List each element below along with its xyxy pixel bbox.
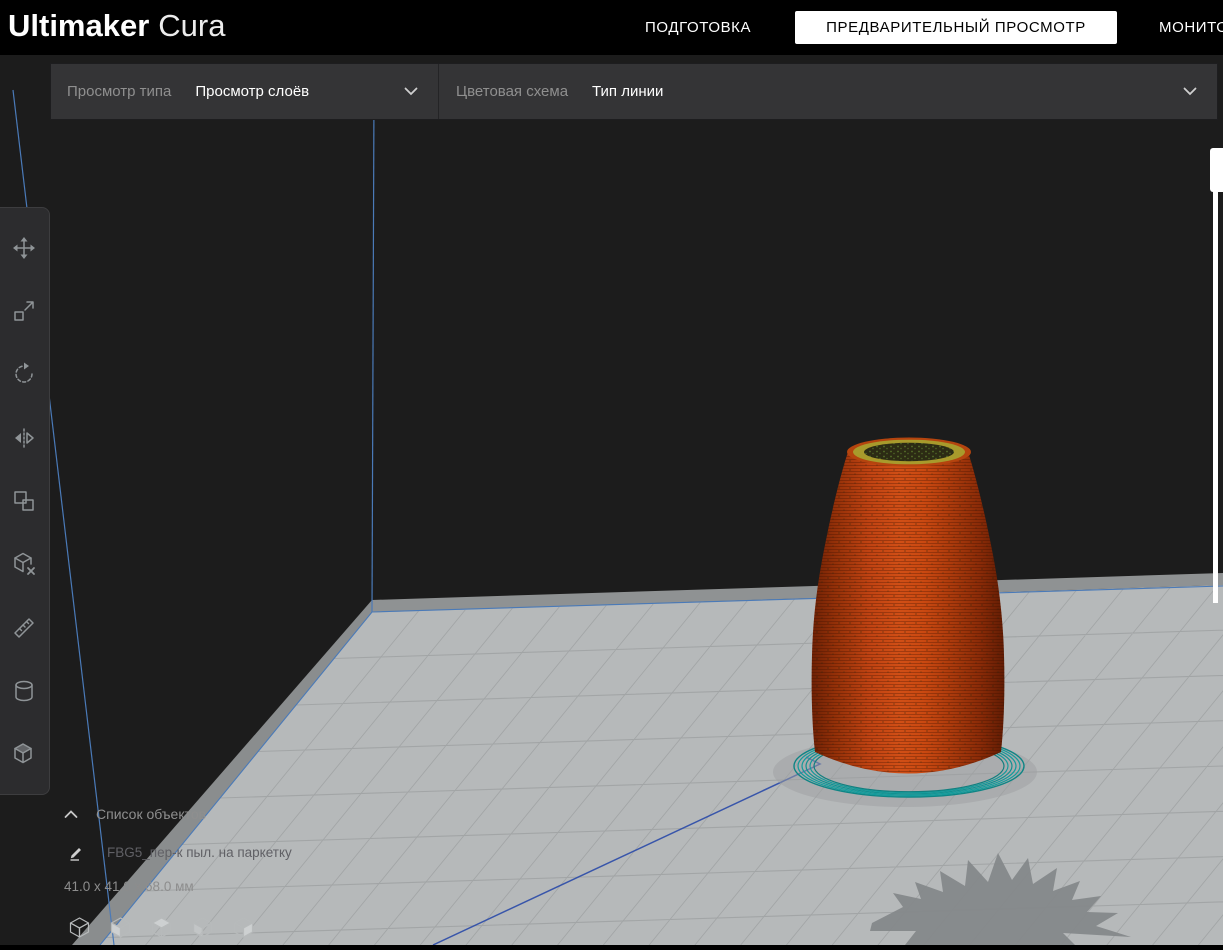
- view-type-dropdown[interactable]: Просмотр типа Просмотр слоёв: [51, 64, 439, 119]
- measure-tool-button[interactable]: [4, 608, 44, 648]
- header-bar: Ultimaker Cura ПОДГОТОВКА ПРЕДВАРИТЕЛЬНЫЙ…: [0, 0, 1223, 55]
- tool-column: [0, 207, 50, 795]
- layer-slider: [1208, 148, 1223, 603]
- app-logo: Ultimaker Cura: [8, 8, 226, 44]
- support-blocker-icon: [11, 551, 37, 577]
- brand-bold: Ultimaker: [8, 8, 149, 43]
- custom-support-cube-button[interactable]: [4, 734, 44, 774]
- custom-support-cylinder-button[interactable]: [4, 671, 44, 711]
- per-model-settings-icon: [11, 488, 37, 514]
- brand-light: Cura: [158, 8, 225, 43]
- view-selection-bar: Просмотр типа Просмотр слоёв Цветовая сх…: [50, 63, 1218, 120]
- viewport-3d[interactable]: [0, 0, 1223, 945]
- color-scheme-dropdown[interactable]: Цветовая схема Тип линии: [439, 64, 1217, 119]
- view-top-button[interactable]: [148, 914, 175, 941]
- layer-slider-handle[interactable]: [1210, 148, 1223, 192]
- cube-3d-icon: [67, 915, 92, 940]
- model[interactable]: [812, 438, 1005, 774]
- cube-right-icon: [231, 915, 256, 940]
- tab-monitor[interactable]: МОНИТОРИНГ: [1159, 0, 1223, 55]
- view-type-label: Просмотр типа: [67, 83, 171, 100]
- mirror-icon: [11, 425, 37, 451]
- object-list-header[interactable]: Список объектов: [64, 806, 206, 822]
- chevron-up-icon: [64, 810, 78, 819]
- rotate-tool-button[interactable]: [4, 354, 44, 394]
- object-list-item[interactable]: FBG5_пер-к пыл. на паркетку: [68, 844, 292, 861]
- view-front-button[interactable]: [107, 914, 134, 941]
- scale-icon: [11, 298, 37, 324]
- tab-prepare[interactable]: ПОДГОТОВКА: [645, 0, 751, 55]
- support-blocker-button[interactable]: [4, 544, 44, 584]
- view-right-button[interactable]: [230, 914, 257, 941]
- object-list-title: Список объектов: [96, 806, 206, 822]
- chevron-down-icon: [404, 87, 418, 96]
- cube-top-icon: [149, 915, 174, 940]
- view-3d-button[interactable]: [66, 914, 93, 941]
- object-name: FBG5_пер-к пыл. на паркетку: [107, 845, 292, 860]
- object-dimensions: 41.0 x 41.0 x 68.0 мм: [64, 879, 194, 894]
- cube-left-icon: [190, 915, 215, 940]
- scale-tool-button[interactable]: [4, 291, 44, 331]
- per-model-settings-button[interactable]: [4, 481, 44, 521]
- chevron-down-icon: [1183, 87, 1197, 96]
- color-scheme-value: Тип линии: [592, 83, 663, 100]
- color-scheme-label: Цветовая схема: [456, 83, 568, 100]
- mirror-tool-button[interactable]: [4, 418, 44, 458]
- view-left-button[interactable]: [189, 914, 216, 941]
- cylinder-icon: [11, 678, 37, 704]
- move-tool-button[interactable]: [4, 228, 44, 268]
- camera-view-presets: [66, 914, 257, 941]
- rotate-icon: [11, 361, 37, 387]
- cube-front-icon: [108, 915, 133, 940]
- cube-icon: [11, 741, 37, 767]
- tab-preview[interactable]: ПРЕДВАРИТЕЛЬНЫЙ ПРОСМОТР: [795, 11, 1117, 44]
- layer-slider-track[interactable]: [1213, 192, 1218, 603]
- measure-icon: [11, 615, 37, 641]
- edit-pencil-icon: [68, 844, 85, 861]
- view-type-value: Просмотр слоёв: [195, 83, 309, 100]
- move-icon: [11, 235, 37, 261]
